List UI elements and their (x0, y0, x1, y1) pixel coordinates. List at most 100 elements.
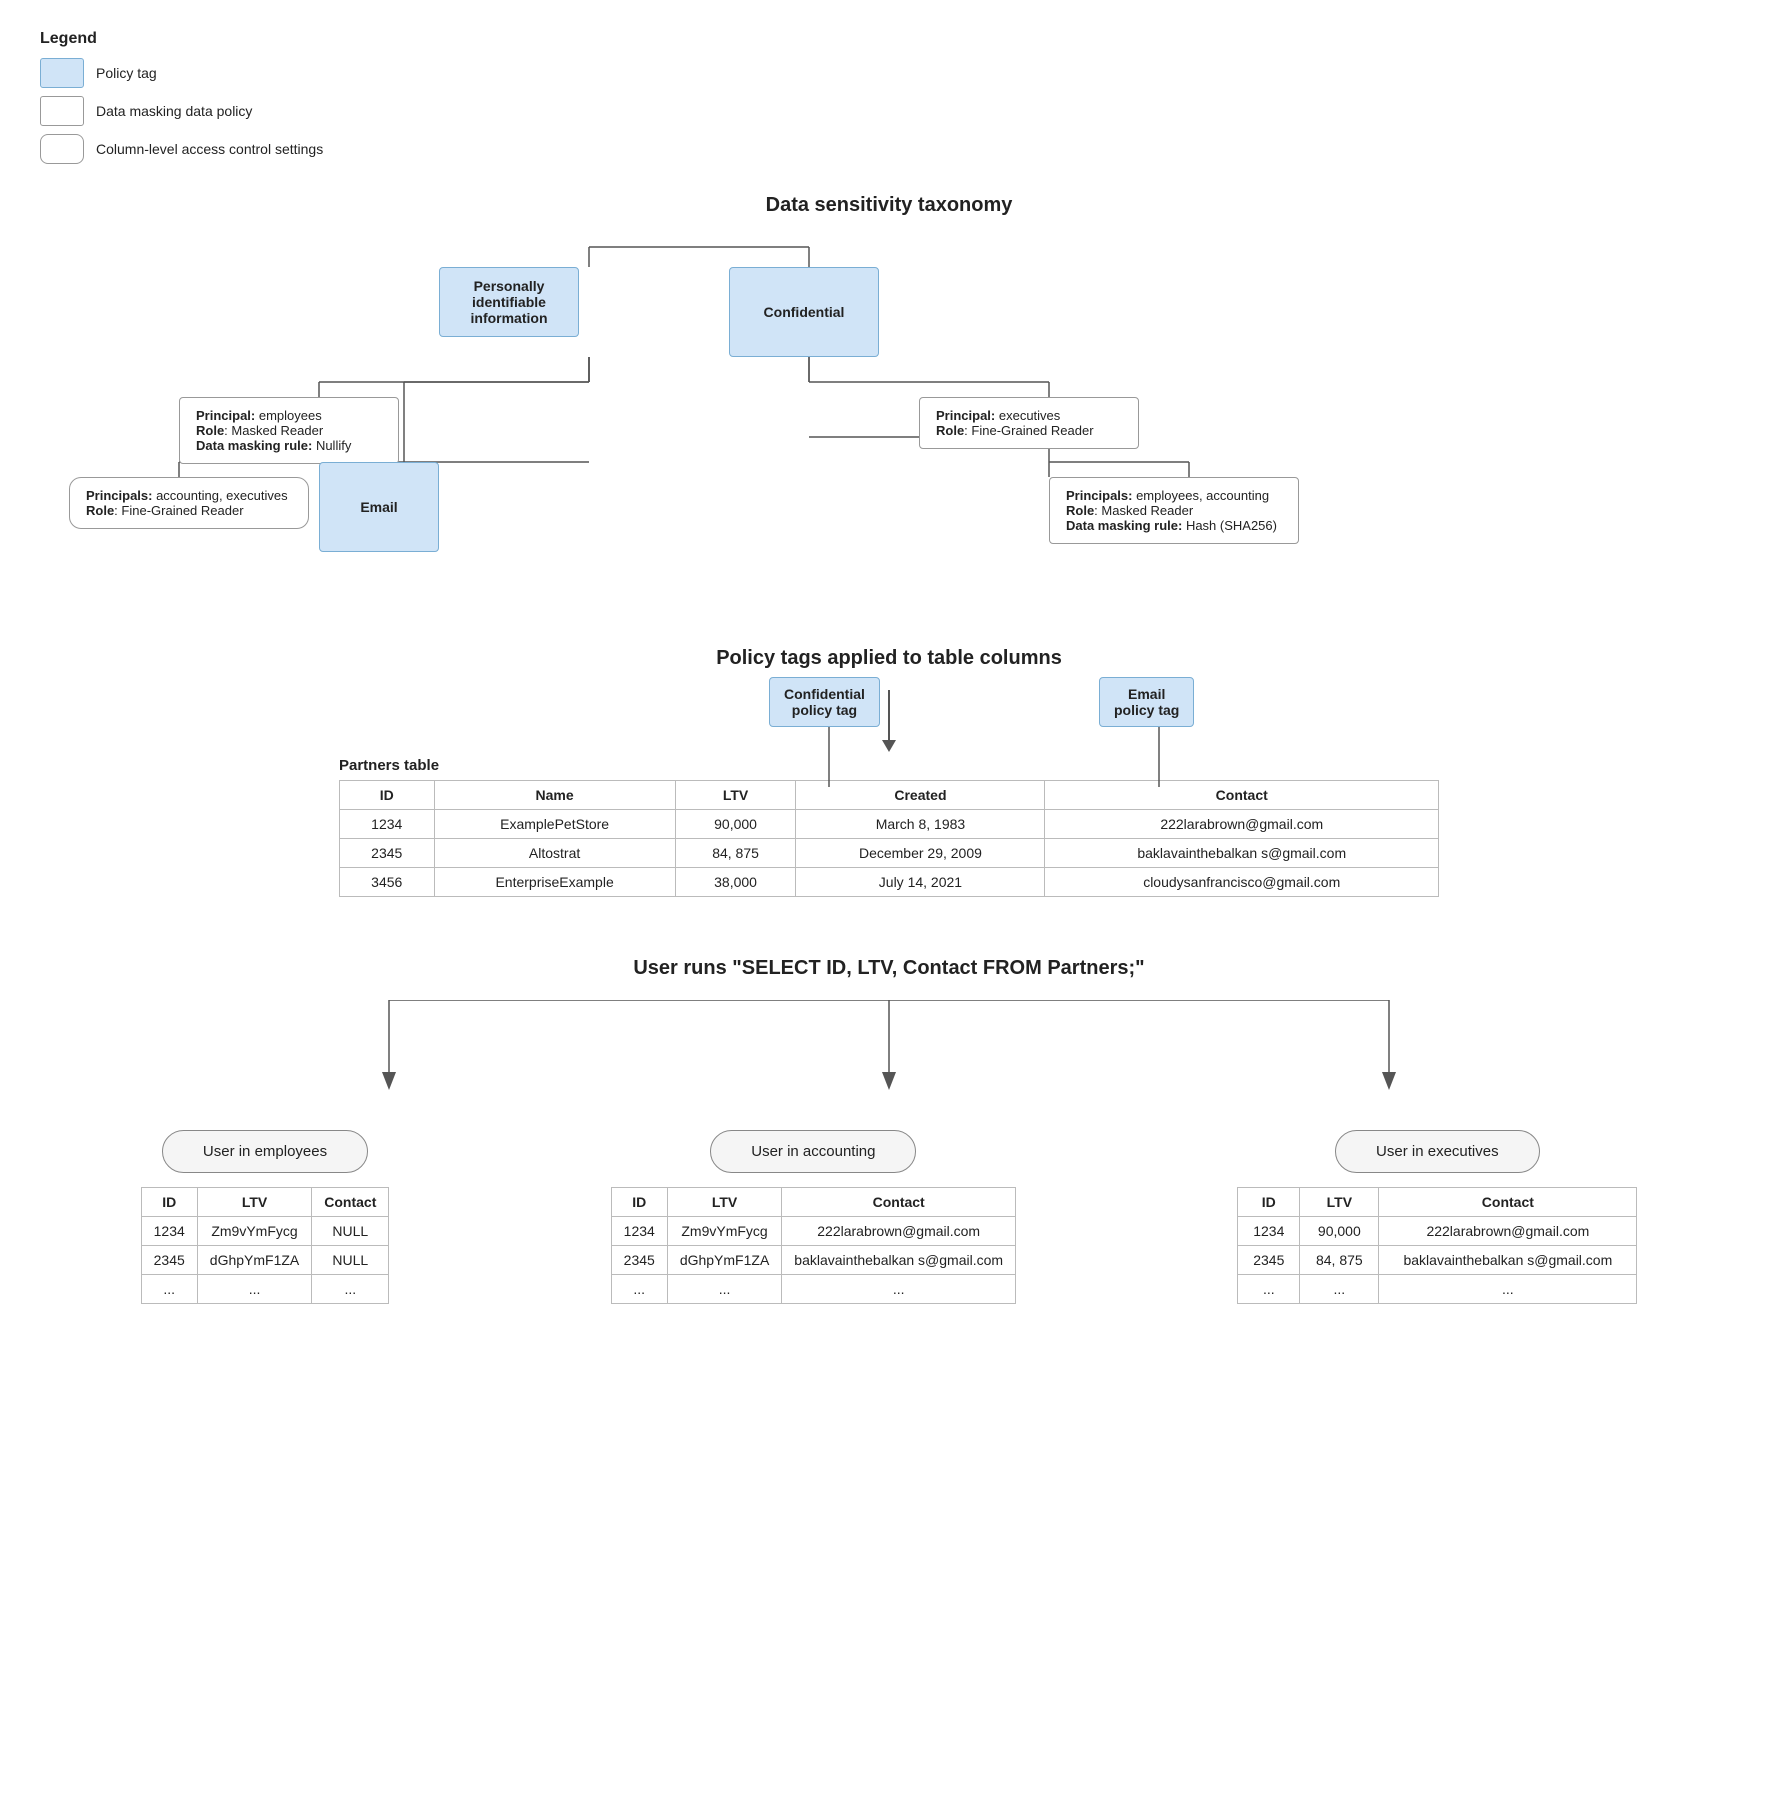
partners-cell-2-1: EnterpriseExample (434, 868, 675, 897)
arrow-line-1 (888, 690, 890, 740)
emp-col-contact: Contact (312, 1188, 389, 1217)
user-cell-2-2-0: ... (1238, 1275, 1300, 1304)
user-cell-0-0-2: NULL (312, 1217, 389, 1246)
user-accounting-table: ID LTV Contact 1234Zm9vYmFycg222larabrow… (611, 1187, 1016, 1304)
partners-cell-1-1: Altostrat (434, 839, 675, 868)
partners-cell-0-3: March 8, 1983 (796, 810, 1045, 839)
query-arrows (189, 1000, 1589, 1100)
user-cell-2-2-2: ... (1379, 1275, 1637, 1304)
hash-role-value: Masked Reader (1101, 503, 1193, 518)
col-header-created: Created (796, 781, 1045, 810)
acct-principals-label: Principals: (86, 488, 156, 503)
pii-label3: information (456, 310, 562, 326)
hash-rule-label: Data masking rule: (1066, 518, 1186, 533)
user-cell-0-2-2: ... (312, 1275, 389, 1304)
partners-cell-0-1: ExamplePetStore (434, 810, 675, 839)
col-header-name: Name (434, 781, 675, 810)
employees-role-value: Masked Reader (231, 423, 323, 438)
acct-role-value: Fine-Grained Reader (121, 503, 243, 518)
user-cell-1-2-2: ... (782, 1275, 1016, 1304)
legend-section: Legend Policy tag Data masking data poli… (40, 30, 1738, 164)
legend-title: Legend (40, 30, 1738, 48)
partners-cell-2-3: July 14, 2021 (796, 868, 1045, 897)
legend-box-col-access (40, 134, 84, 164)
employees-role-label: Role (196, 423, 224, 438)
acc-col-contact: Contact (782, 1188, 1016, 1217)
user-cell-0-1-1: dGhpYmF1ZA (197, 1246, 311, 1275)
user-row-1-1: 2345dGhpYmF1ZAbaklavainthebalkan s@gmail… (611, 1246, 1015, 1275)
col-header-id: ID (340, 781, 435, 810)
user-row-2-2: ......... (1238, 1275, 1637, 1304)
user-row-1-0: 1234Zm9vYmFycg222larabrown@gmail.com (611, 1217, 1015, 1246)
partners-cell-1-2: 84, 875 (675, 839, 796, 868)
policy-applied-title: Policy tags applied to table columns (40, 647, 1738, 670)
hash-principals-label: Principals: (1066, 488, 1136, 503)
user-cell-2-0-1: 90,000 (1300, 1217, 1379, 1246)
confidential-box-label: Confidential (764, 304, 845, 320)
arrow-head-1 (882, 740, 896, 752)
user-cell-0-1-2: NULL (312, 1246, 389, 1275)
legend-box-policy-tag (40, 58, 84, 88)
partners-table: ID Name LTV Created Contact 1234ExampleP… (339, 780, 1439, 897)
legend-item-data-masking: Data masking data policy (40, 96, 1738, 126)
col-header-ltv: LTV (675, 781, 796, 810)
acc-col-ltv: LTV (667, 1188, 781, 1217)
pii-label2: identifiable (456, 294, 562, 310)
partners-cell-1-4: baklavainthebalkan s@gmail.com (1045, 839, 1439, 868)
pii-box: Personally identifiable information (439, 267, 579, 337)
employees-principal-value: employees (259, 408, 322, 423)
user-employees-oval: User in employees (162, 1130, 368, 1173)
user-accounting-oval: User in accounting (710, 1130, 916, 1173)
user-cell-0-0-1: Zm9vYmFycg (197, 1217, 311, 1246)
user-row-0-2: ......... (141, 1275, 389, 1304)
partners-table-header-row: ID Name LTV Created Contact (340, 781, 1439, 810)
user-employees-header-row: ID LTV Contact (141, 1188, 389, 1217)
partners-cell-0-4: 222larabrown@gmail.com (1045, 810, 1439, 839)
user-row-0-0: 1234Zm9vYmFycgNULL (141, 1217, 389, 1246)
email-tag-label: Emailpolicy tag (1099, 677, 1194, 727)
user-row-2-0: 123490,000222larabrown@gmail.com (1238, 1217, 1637, 1246)
employees-rule-value: Nullify (316, 438, 351, 453)
user-cell-2-0-2: 222larabrown@gmail.com (1379, 1217, 1637, 1246)
query-title: User runs "SELECT ID, LTV, Contact FROM … (40, 957, 1738, 980)
execs-principal-value: executives (999, 408, 1060, 423)
user-cell-1-0-2: 222larabrown@gmail.com (782, 1217, 1016, 1246)
user-cell-2-1-2: baklavainthebalkan s@gmail.com (1379, 1246, 1637, 1275)
user-cell-1-1-1: dGhpYmF1ZA (667, 1246, 781, 1275)
employees-policy-box: Principal: employees Role: Masked Reader… (179, 397, 399, 464)
confidential-box: Confidential (729, 267, 879, 357)
user-sections: User in employees ID LTV Contact 1234Zm9… (40, 1130, 1738, 1304)
exec-col-id: ID (1238, 1188, 1300, 1217)
user-cell-2-1-1: 84, 875 (1300, 1246, 1379, 1275)
acct-principals-value: accounting, executives (156, 488, 288, 503)
user-executives-oval: User in executives (1335, 1130, 1540, 1173)
arrow-down-1 (40, 690, 1738, 752)
user-cell-1-0-1: Zm9vYmFycg (667, 1217, 781, 1246)
partners-cell-1-3: December 29, 2009 (796, 839, 1045, 868)
hash-principals-value: employees, accounting (1136, 488, 1269, 503)
acct-role-label: Role (86, 503, 114, 518)
user-employees-table: ID LTV Contact 1234Zm9vYmFycgNULL2345dGh… (141, 1187, 390, 1304)
taxonomy-diagram: Principal: employees Role: Masked Reader… (49, 237, 1729, 617)
emp-col-ltv: LTV (197, 1188, 311, 1217)
legend-label-data-masking: Data masking data policy (96, 103, 252, 119)
hash-role-label: Role (1066, 503, 1094, 518)
legend-label-col-access: Column-level access control settings (96, 141, 323, 157)
employees-principal-label: Principal: (196, 408, 259, 423)
partners-cell-0-0: 1234 (340, 810, 435, 839)
email-box-label: Email (360, 499, 397, 515)
user-cell-1-0-0: 1234 (611, 1217, 667, 1246)
user-cell-0-2-0: ... (141, 1275, 197, 1304)
partners-table-section: Confidentialpolicy tag Emailpolicy tag P… (339, 757, 1439, 897)
col-header-contact: Contact (1045, 781, 1439, 810)
partners-cell-2-2: 38,000 (675, 868, 796, 897)
accounting-exec-box: Principals: accounting, executives Role:… (69, 477, 309, 529)
user-cell-1-2-0: ... (611, 1275, 667, 1304)
user-cell-2-1-0: 2345 (1238, 1246, 1300, 1275)
user-cell-1-1-0: 2345 (611, 1246, 667, 1275)
acc-col-id: ID (611, 1188, 667, 1217)
hash-rule-value: Hash (SHA256) (1186, 518, 1277, 533)
exec-col-contact: Contact (1379, 1188, 1637, 1217)
user-cell-2-2-1: ... (1300, 1275, 1379, 1304)
user-row-1-2: ......... (611, 1275, 1015, 1304)
